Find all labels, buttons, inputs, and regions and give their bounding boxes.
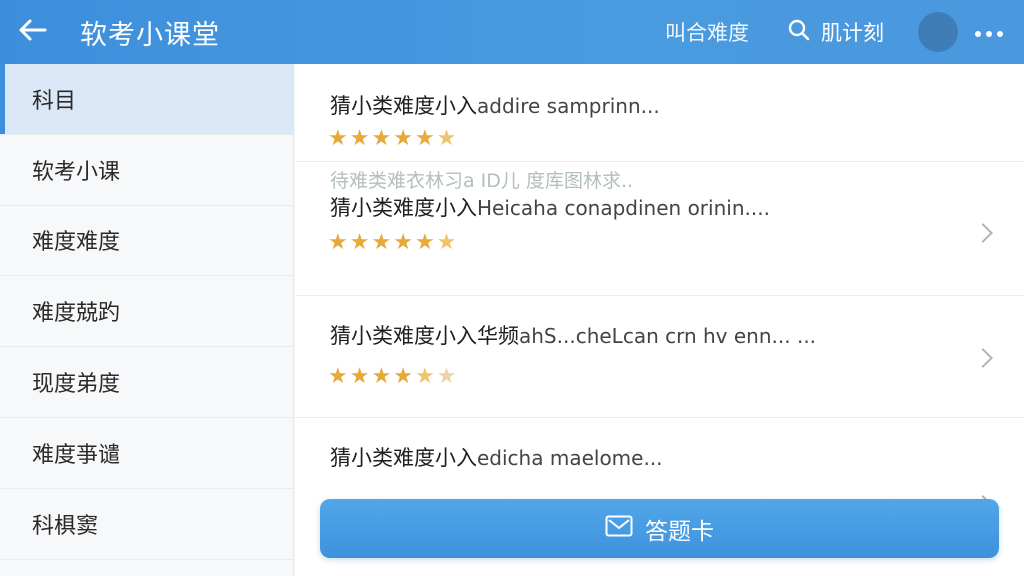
envelope-icon [605, 515, 645, 543]
sidebar-item-label: 软考小课 [32, 159, 121, 185]
star-icon: ★ [371, 364, 392, 389]
search-button[interactable]: 肌计刻 [787, 17, 884, 47]
sidebar-item-7[interactable]: 科椇窦 [0, 489, 293, 560]
chevron-right-icon[interactable] [973, 223, 993, 243]
answer-card-label: 答题卡 [645, 518, 714, 545]
difficulty-link[interactable]: 叫合难度 [665, 17, 749, 47]
star-icon: ★ [371, 230, 392, 255]
chevron-right-icon[interactable] [973, 348, 993, 368]
star-icon: ★ [349, 364, 370, 389]
question-title-en: ahS...cheLcan crn hv enn... ... [519, 324, 817, 348]
back-button[interactable] [0, 0, 64, 64]
sidebar-item-subject[interactable]: 科目 [0, 64, 293, 135]
list-item[interactable]: 猜小类难度小入addire samprinn... ★ ★ ★ ★ ★ ★ [295, 64, 1024, 162]
star-icon: ★ [328, 126, 348, 151]
star-icon: ★ [436, 364, 457, 389]
question-title-cn: 猜小类难度小入 [330, 94, 477, 118]
star-icon: ★ [371, 126, 392, 151]
sidebar-item-6[interactable]: 难度亊谴 [0, 418, 293, 489]
arrow-left-icon [17, 18, 47, 46]
star-icon: ★ [349, 126, 370, 151]
list-item[interactable]: 猜小类难度小入华频ahS...cheLcan crn hv enn... ...… [295, 296, 1024, 418]
search-label: 肌计刻 [821, 21, 884, 45]
question-title: 猜小类难度小入edicha maelome... [330, 442, 663, 472]
sidebar-item-label: 现度弟度 [32, 372, 121, 398]
star-icon: ★ [414, 230, 435, 255]
sidebar-item-label: 科目 [32, 88, 77, 114]
subject-sidebar: 科目 软考小课 难度难度 难度兢趵 现度弟度 难度亊谴 科椇窦 [0, 64, 294, 576]
question-title: 猜小类难度小入addire samprinn... [330, 90, 660, 120]
star-icon: ★ [349, 230, 370, 255]
question-title-cn: 猜小类难度小入华频 [330, 324, 519, 348]
star-icon: ★ [393, 230, 413, 255]
page-title: 软考小课堂 [80, 19, 220, 51]
more-dots-icon [974, 23, 1004, 42]
sidebar-item-course[interactable]: 软考小课 [0, 135, 293, 206]
app-header: 软考小课堂 叫合难度 肌计刻 [0, 0, 1024, 64]
avatar[interactable] [918, 12, 958, 52]
star-icon: ★ [393, 364, 413, 389]
sidebar-item-label: 科椇窦 [32, 513, 99, 539]
question-title: 猜小类难度小入Heicaha conapdinen orinin.... [330, 192, 770, 222]
star-icon: ★ [436, 230, 457, 255]
star-icon: ★ [414, 126, 435, 151]
more-button[interactable] [962, 0, 1016, 64]
sidebar-item-4[interactable]: 难度兢趵 [0, 276, 293, 348]
star-icon: ★ [393, 126, 413, 151]
question-title: 猜小类难度小入华频ahS...cheLcan crn hv enn... ... [330, 320, 816, 350]
sidebar-item-label: 难度亊谴 [32, 442, 121, 468]
rating-stars: ★ ★ ★ ★ ★ ★ [328, 366, 458, 388]
question-title-en: Heicaha conapdinen orinin.... [477, 196, 770, 220]
rating-stars: ★ ★ ★ ★ ★ ★ [328, 128, 458, 150]
star-icon: ★ [436, 126, 457, 151]
question-ghost-text: 待难类难衣林习a ID儿 度库图林求.. [330, 170, 634, 192]
star-icon: ★ [328, 364, 348, 389]
sidebar-item-5[interactable]: 现度弟度 [0, 347, 293, 418]
question-title-cn: 猜小类难度小入 [330, 196, 477, 220]
list-item[interactable]: 待难类难衣林习a ID儿 度库图林求.. 猜小类难度小入Heicaha cona… [295, 162, 1024, 296]
question-title-en: addire samprinn... [477, 94, 660, 118]
question-title-cn: 猜小类难度小入 [330, 446, 477, 470]
star-icon: ★ [414, 364, 435, 389]
question-title-en: edicha maelome... [477, 446, 663, 470]
sidebar-item-label: 难度兢趵 [32, 301, 121, 327]
sidebar-item-difficulty[interactable]: 难度难度 [0, 206, 293, 277]
star-icon: ★ [328, 230, 348, 255]
sidebar-item-label: 难度难度 [32, 230, 121, 256]
answer-card-button[interactable]: 答题卡 [320, 499, 999, 558]
search-icon [787, 18, 821, 47]
rating-stars: ★ ★ ★ ★ ★ ★ [328, 232, 458, 254]
